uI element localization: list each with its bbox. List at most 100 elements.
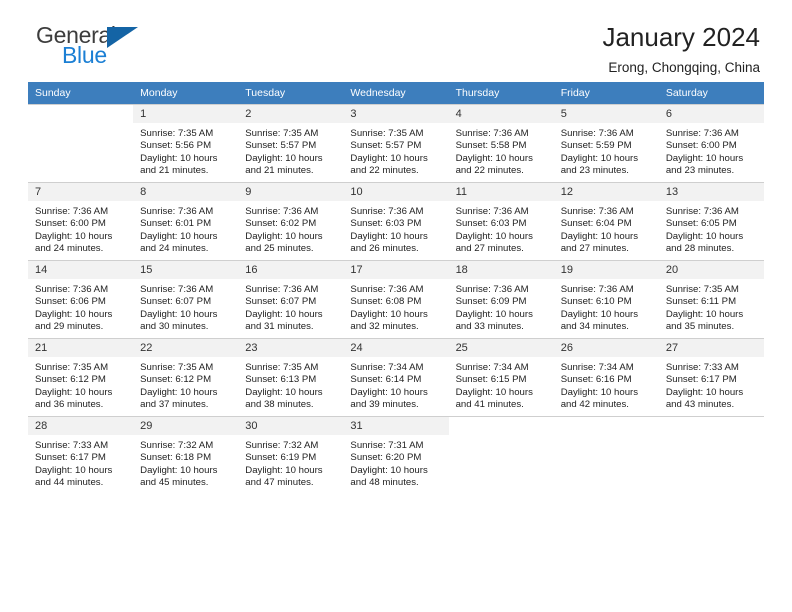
daylight-text-line1: Daylight: 10 hours: [35, 230, 113, 242]
day-number: 7: [28, 182, 134, 201]
sunrise-sunset-calendar: Sunday Monday Tuesday Wednesday Thursday…: [28, 82, 764, 494]
calendar-day-cell[interactable]: 23 Sunrise: 7:35 AM Sunset: 6:13 PM Dayligh…: [238, 338, 344, 416]
calendar-day-cell[interactable]: 12 Sunrise: 7:36 AM Sunset: 6:04 PM Dayligh…: [553, 182, 659, 260]
calendar-day-cell[interactable]: 9 Sunrise: 7:36 AM Sunset: 6:02 PM Daylight…: [238, 182, 344, 260]
daylight-text-line1: Daylight: 10 hours: [560, 386, 639, 398]
day-cell-inner: 7 Sunrise: 7:36 AM Sunset: 6:00 PM Daylight…: [28, 182, 134, 260]
sunset-text: Sunset: 6:00 PM: [665, 140, 737, 152]
day-cell-inner: 4 Sunrise: 7:36 AM Sunset: 5:58 PM Daylight…: [448, 104, 554, 182]
day-details: Sunrise: 7:35 AM Sunset: 5:57 PM Daylight:…: [343, 123, 448, 178]
calendar-day-cell-empty: [448, 416, 554, 494]
calendar-day-cell[interactable]: 1 Sunrise: 7:35 AM Sunset: 5:56 PM Daylight…: [133, 104, 239, 182]
daylight-text-line1: Daylight: 10 hours: [350, 464, 428, 476]
sunrise-text: Sunrise: 7:31 AM: [350, 440, 424, 451]
sunset-text: Sunset: 5:58 PM: [455, 140, 527, 152]
day-cell-inner: 15 Sunrise: 7:36 AM Sunset: 6:07 PM Dayligh…: [133, 260, 239, 338]
daylight-text-line1: Daylight: 10 hours: [35, 308, 113, 320]
daylight-text-line2: and 35 minutes.: [665, 321, 735, 333]
sunset-text: Sunset: 6:13 PM: [245, 374, 317, 386]
daylight-text-line2: and 33 minutes.: [455, 321, 524, 333]
day-details: Sunrise: 7:34 AM Sunset: 6:14 PM Daylight:…: [343, 357, 448, 412]
daylight-text-line2: and 24 minutes.: [35, 243, 104, 255]
calendar-day-cell[interactable]: 8 Sunrise: 7:36 AM Sunset: 6:01 PM Daylight…: [133, 182, 239, 260]
daylight-text-line1: Daylight: 10 hours: [665, 230, 744, 242]
day-cell-inner: 30 Sunrise: 7:32 AM Sunset: 6:19 PM Dayligh…: [238, 416, 344, 494]
calendar-day-cell[interactable]: 26 Sunrise: 7:34 AM Sunset: 6:16 PM Dayligh…: [553, 338, 659, 416]
sunrise-text: Sunrise: 7:36 AM: [245, 206, 319, 217]
calendar-day-cell[interactable]: 29 Sunrise: 7:32 AM Sunset: 6:18 PM Dayligh…: [133, 416, 239, 494]
calendar-day-cell[interactable]: 19 Sunrise: 7:36 AM Sunset: 6:10 PM Dayligh…: [553, 260, 659, 338]
daylight-text-line2: and 23 minutes.: [560, 165, 629, 177]
calendar-day-cell[interactable]: 31 Sunrise: 7:31 AM Sunset: 6:20 PM Dayligh…: [343, 416, 449, 494]
sunset-text: Sunset: 6:05 PM: [665, 218, 737, 230]
calendar-day-cell[interactable]: 28 Sunrise: 7:33 AM Sunset: 6:17 PM Dayligh…: [28, 416, 134, 494]
calendar-day-cell[interactable]: 7 Sunrise: 7:36 AM Sunset: 6:00 PM Daylight…: [28, 182, 134, 260]
calendar-day-cell[interactable]: 6 Sunrise: 7:36 AM Sunset: 6:00 PM Daylight…: [658, 104, 764, 182]
day-cell-inner: 5 Sunrise: 7:36 AM Sunset: 5:59 PM Daylight…: [553, 104, 659, 182]
day-details: Sunrise: 7:34 AM Sunset: 6:16 PM Daylight:…: [554, 357, 659, 412]
sunset-text: Sunset: 6:14 PM: [350, 374, 422, 386]
sunset-text: Sunset: 6:17 PM: [35, 452, 106, 464]
daylight-text-line1: Daylight: 10 hours: [455, 230, 533, 242]
calendar-day-cell[interactable]: 30 Sunrise: 7:32 AM Sunset: 6:19 PM Dayligh…: [238, 416, 344, 494]
calendar-day-cell[interactable]: 3 Sunrise: 7:35 AM Sunset: 5:57 PM Daylight…: [343, 104, 449, 182]
daylight-text-line1: Daylight: 10 hours: [560, 152, 639, 164]
day-cell-inner: 17 Sunrise: 7:36 AM Sunset: 6:08 PM Dayligh…: [343, 260, 449, 338]
title-block: January 2024 Erong, Chongqing, China: [602, 22, 764, 76]
day-details: Sunrise: 7:35 AM Sunset: 6:12 PM Daylight:…: [133, 357, 238, 412]
calendar-day-cell[interactable]: 21 Sunrise: 7:35 AM Sunset: 6:12 PM Dayligh…: [28, 338, 134, 416]
day-details: Sunrise: 7:35 AM Sunset: 6:11 PM Daylight:…: [659, 279, 764, 334]
calendar-day-cell[interactable]: 22 Sunrise: 7:35 AM Sunset: 6:12 PM Dayligh…: [133, 338, 239, 416]
day-cell-inner: 28 Sunrise: 7:33 AM Sunset: 6:17 PM Dayligh…: [28, 416, 134, 494]
day-cell-inner: [28, 104, 134, 182]
day-number: [448, 416, 554, 423]
weekday-header-saturday: Saturday: [658, 82, 764, 104]
calendar-day-cell[interactable]: 20 Sunrise: 7:35 AM Sunset: 6:11 PM Dayligh…: [658, 260, 764, 338]
day-cell-inner: 11 Sunrise: 7:36 AM Sunset: 6:03 PM Dayligh…: [448, 182, 554, 260]
generalblue-logo[interactable]: General Blue: [28, 24, 138, 67]
daylight-text-line2: and 24 minutes.: [140, 243, 209, 255]
sunrise-text: Sunrise: 7:36 AM: [560, 128, 634, 139]
calendar-day-cell[interactable]: 27 Sunrise: 7:33 AM Sunset: 6:17 PM Dayligh…: [658, 338, 764, 416]
daylight-text-line2: and 32 minutes.: [350, 321, 419, 333]
sunset-text: Sunset: 6:11 PM: [665, 296, 737, 308]
page-title: January 2024: [602, 22, 760, 52]
sunset-text: Sunset: 5:56 PM: [140, 140, 212, 152]
day-number: 4: [448, 104, 554, 123]
day-number: 15: [133, 260, 239, 279]
daylight-text-line1: Daylight: 10 hours: [665, 308, 744, 320]
sunset-text: Sunset: 6:04 PM: [560, 218, 632, 230]
calendar-day-cell[interactable]: 25 Sunrise: 7:34 AM Sunset: 6:15 PM Dayligh…: [448, 338, 554, 416]
day-number: 22: [133, 338, 239, 357]
calendar-day-cell[interactable]: 15 Sunrise: 7:36 AM Sunset: 6:07 PM Dayligh…: [133, 260, 239, 338]
calendar-day-cell[interactable]: 17 Sunrise: 7:36 AM Sunset: 6:08 PM Dayligh…: [343, 260, 449, 338]
location-subtitle: Erong, Chongqing, China: [608, 60, 760, 76]
day-number: 29: [133, 416, 239, 435]
day-number: 17: [343, 260, 449, 279]
calendar-day-cell[interactable]: 14 Sunrise: 7:36 AM Sunset: 6:06 PM Dayligh…: [28, 260, 134, 338]
sunset-text: Sunset: 6:07 PM: [140, 296, 212, 308]
calendar-day-cell[interactable]: 13 Sunrise: 7:36 AM Sunset: 6:05 PM Dayligh…: [658, 182, 764, 260]
day-details: Sunrise: 7:36 AM Sunset: 5:58 PM Daylight:…: [449, 123, 554, 178]
calendar-day-cell[interactable]: 2 Sunrise: 7:35 AM Sunset: 5:57 PM Daylight…: [238, 104, 344, 182]
day-cell-inner: 23 Sunrise: 7:35 AM Sunset: 6:13 PM Dayligh…: [238, 338, 344, 416]
daylight-text-line2: and 39 minutes.: [350, 399, 419, 411]
daylight-text-line2: and 22 minutes.: [455, 165, 524, 177]
sunset-text: Sunset: 6:15 PM: [455, 374, 527, 386]
calendar-day-cell[interactable]: 24 Sunrise: 7:34 AM Sunset: 6:14 PM Dayligh…: [343, 338, 449, 416]
page-header: General Blue January 2024 Erong, Chongqi…: [28, 0, 764, 76]
calendar-day-cell[interactable]: 16 Sunrise: 7:36 AM Sunset: 6:07 PM Dayligh…: [238, 260, 344, 338]
day-number: [28, 104, 134, 111]
daylight-text-line1: Daylight: 10 hours: [35, 464, 113, 476]
day-details: Sunrise: 7:33 AM Sunset: 6:17 PM Daylight:…: [28, 435, 133, 490]
calendar-day-cell[interactable]: 10 Sunrise: 7:36 AM Sunset: 6:03 PM Dayligh…: [343, 182, 449, 260]
calendar-day-cell[interactable]: 11 Sunrise: 7:36 AM Sunset: 6:03 PM Dayligh…: [448, 182, 554, 260]
calendar-day-cell[interactable]: 18 Sunrise: 7:36 AM Sunset: 6:09 PM Dayligh…: [448, 260, 554, 338]
calendar-day-cell[interactable]: 5 Sunrise: 7:36 AM Sunset: 5:59 PM Daylight…: [553, 104, 659, 182]
sunrise-text: Sunrise: 7:34 AM: [350, 362, 424, 373]
daylight-text-line1: Daylight: 10 hours: [350, 230, 428, 242]
calendar-day-cell[interactable]: 4 Sunrise: 7:36 AM Sunset: 5:58 PM Daylight…: [448, 104, 554, 182]
daylight-text-line2: and 22 minutes.: [350, 165, 419, 177]
daylight-text-line1: Daylight: 10 hours: [140, 386, 218, 398]
day-cell-inner: 12 Sunrise: 7:36 AM Sunset: 6:04 PM Dayligh…: [553, 182, 659, 260]
